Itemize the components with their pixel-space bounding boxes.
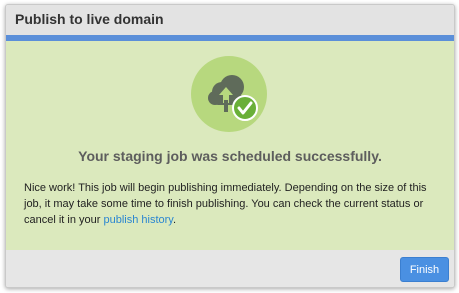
success-panel: Your staging job was scheduled successfu… [6, 41, 454, 250]
success-heading: Your staging job was scheduled successfu… [78, 148, 382, 164]
finish-button[interactable]: Finish [400, 257, 449, 282]
dialog-header: Publish to live domain [6, 5, 454, 35]
publish-dialog: Publish to live domain Your staging job … [5, 4, 455, 288]
success-icon-badge [191, 56, 267, 132]
dialog-title: Publish to live domain [15, 11, 164, 27]
message-text: Nice work! This job will begin publishin… [24, 182, 427, 226]
checkmark-icon [232, 95, 258, 121]
success-message: Nice work! This job will begin publishin… [24, 180, 434, 228]
dialog-footer: Finish [6, 250, 454, 287]
publish-history-link[interactable]: publish history [103, 214, 173, 226]
message-end: . [172, 214, 177, 226]
